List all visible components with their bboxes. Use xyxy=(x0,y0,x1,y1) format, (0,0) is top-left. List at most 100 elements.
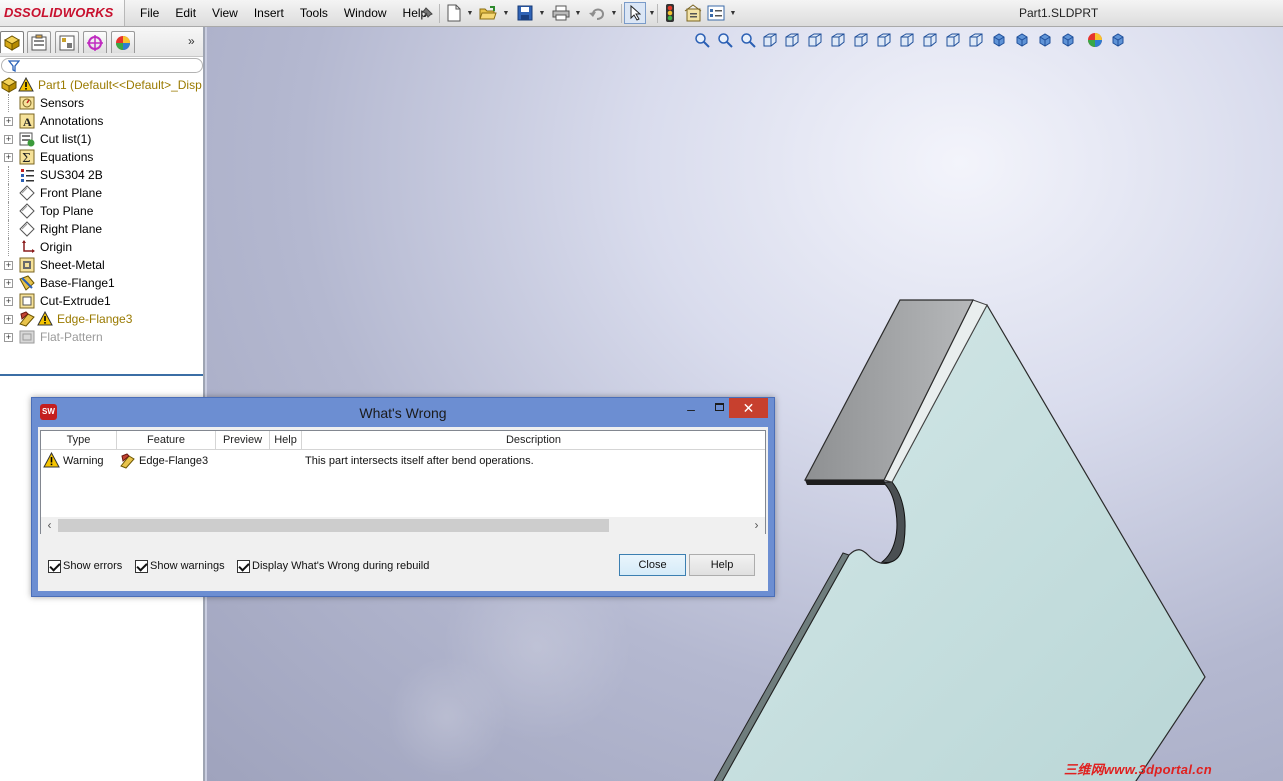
column-preview[interactable]: Preview xyxy=(216,431,270,450)
chevron-down-icon[interactable]: ▼ xyxy=(502,10,510,18)
horizontal-scrollbar[interactable]: ‹ › xyxy=(41,517,765,534)
menu-insert[interactable]: Insert xyxy=(246,0,292,26)
row-description: This part intersects itself after bend o… xyxy=(305,455,534,467)
manager-tabs: » xyxy=(0,27,203,57)
expand-plus-icon[interactable]: + xyxy=(4,315,13,324)
expand-plus-icon[interactable]: + xyxy=(4,261,13,270)
expand-plus-icon[interactable]: + xyxy=(4,333,13,342)
tree-item-origin[interactable]: Origin xyxy=(0,238,203,256)
tree-item-annotations[interactable]: + A Annotations xyxy=(0,112,203,130)
tree-item-label: Cut list(1) xyxy=(40,132,92,146)
tree-item-sus304-2b[interactable]: SUS304 2B xyxy=(0,166,203,184)
open-folder-icon[interactable] xyxy=(477,2,499,24)
chevron-down-icon[interactable]: ▼ xyxy=(610,10,618,18)
tree-item-label: Cut-Extrude1 xyxy=(40,294,111,308)
dimxpert-icon xyxy=(87,34,103,51)
undo-icon[interactable] xyxy=(586,2,608,24)
tree-item-sheet-metal[interactable]: + Sheet-Metal xyxy=(0,256,203,274)
background-glow xyxy=(387,657,507,777)
tree-item-cut-extrude1[interactable]: + Cut-Extrude1 xyxy=(0,292,203,310)
tree-item-label: Sensors xyxy=(40,96,85,110)
menu-view[interactable]: View xyxy=(204,0,246,26)
tab-configuration-manager[interactable] xyxy=(55,31,79,53)
sensor-icon xyxy=(19,95,35,111)
chevron-down-icon[interactable]: ▼ xyxy=(648,10,656,18)
rebuild-traffic-light-icon[interactable] xyxy=(659,2,681,24)
print-icon[interactable] xyxy=(550,2,572,24)
tree-item-right-plane[interactable]: Right Plane xyxy=(0,220,203,238)
column-feature[interactable]: Feature xyxy=(117,431,216,450)
checkbox-checked-icon xyxy=(237,559,250,573)
toolbar-separator xyxy=(657,4,658,23)
tab-dimxpert-manager[interactable] xyxy=(83,31,107,53)
expand-plus-icon[interactable]: + xyxy=(4,153,13,162)
issues-list[interactable]: Type Feature Preview Help Description Wa… xyxy=(40,430,766,534)
scrollbar-thumb[interactable] xyxy=(58,519,609,532)
dialog-title-bar[interactable]: SW What's Wrong – ✕ xyxy=(32,398,774,426)
menu-edit[interactable]: Edit xyxy=(167,0,204,26)
help-button[interactable]: Help xyxy=(689,554,755,576)
expand-plus-icon[interactable]: + xyxy=(4,279,13,288)
feature-manager-icon xyxy=(3,34,21,51)
select-arrow-icon[interactable] xyxy=(624,2,646,24)
tab-display-manager[interactable] xyxy=(111,31,135,53)
menu-file[interactable]: File xyxy=(132,0,167,26)
dialog-body: Type Feature Preview Help Description Wa… xyxy=(38,427,768,591)
menu-bar: File Edit View Insert Tools Window Help xyxy=(132,0,435,26)
expand-plus-icon[interactable]: + xyxy=(4,297,13,306)
plane-icon xyxy=(19,185,35,201)
pin-icon[interactable] xyxy=(418,4,436,22)
tree-item-label: Right Plane xyxy=(40,222,103,236)
file-properties-icon[interactable] xyxy=(682,2,704,24)
tree-root-part[interactable]: Part1 (Default<<Default>_Disp xyxy=(0,76,203,94)
display-during-rebuild-checkbox[interactable]: Display What's Wrong during rebuild xyxy=(237,558,429,574)
tree-connector xyxy=(8,220,18,238)
double-chevron-right-icon[interactable]: » xyxy=(188,34,195,48)
menu-window[interactable]: Window xyxy=(336,0,395,26)
column-description[interactable]: Description xyxy=(302,431,765,450)
options-icon[interactable] xyxy=(705,2,727,24)
column-help[interactable]: Help xyxy=(270,431,302,450)
expand-plus-icon[interactable]: + xyxy=(4,135,13,144)
material-icon xyxy=(19,167,35,183)
tree-item-base-flange1[interactable]: + Base-Flange1 xyxy=(0,274,203,292)
tree-connector xyxy=(8,184,18,202)
show-errors-checkbox[interactable]: Show errors xyxy=(48,558,122,574)
save-icon[interactable] xyxy=(514,2,536,24)
scroll-left-icon[interactable]: ‹ xyxy=(42,518,57,533)
tree-item-edge-flange3[interactable]: + Edge-Flange3 xyxy=(0,310,203,328)
chevron-down-icon[interactable]: ▼ xyxy=(466,10,474,18)
cut-list-icon xyxy=(19,131,35,147)
tree-item-sensors[interactable]: Sensors xyxy=(0,94,203,112)
expand-plus-icon[interactable]: + xyxy=(4,117,13,126)
plane-icon xyxy=(19,203,35,219)
warning-icon xyxy=(18,76,34,93)
tree-item-front-plane[interactable]: Front Plane xyxy=(0,184,203,202)
tree-item-label: Edge-Flange3 xyxy=(57,312,133,326)
scroll-right-icon[interactable]: › xyxy=(749,518,764,533)
warning-icon xyxy=(43,451,61,468)
tree-filter-input[interactable] xyxy=(1,58,203,73)
new-document-icon[interactable] xyxy=(443,2,465,24)
tab-feature-manager[interactable] xyxy=(0,31,24,53)
tree-item-cut-list-1[interactable]: + Cut list(1) xyxy=(0,130,203,148)
document-title: Part1.SLDPRT xyxy=(1019,6,1099,20)
close-button[interactable]: Close xyxy=(619,554,686,576)
column-type[interactable]: Type xyxy=(41,431,117,450)
solidworks-logo[interactable]: DS SOLIDWORKS xyxy=(0,0,125,26)
tree-item-flat-pattern[interactable]: + Flat-Pattern xyxy=(0,328,203,346)
show-warnings-label: Show warnings xyxy=(150,560,225,572)
tab-property-manager[interactable] xyxy=(27,31,51,53)
chevron-down-icon[interactable]: ▼ xyxy=(574,10,582,18)
rollback-bar[interactable] xyxy=(0,374,203,376)
minimize-button[interactable]: – xyxy=(677,398,705,418)
chevron-down-icon[interactable]: ▼ xyxy=(538,10,546,18)
show-errors-label: Show errors xyxy=(63,560,123,572)
chevron-down-icon[interactable]: ▼ xyxy=(729,10,737,18)
close-window-button[interactable]: ✕ xyxy=(729,398,768,418)
menu-tools[interactable]: Tools xyxy=(292,0,336,26)
tree-item-top-plane[interactable]: Top Plane xyxy=(0,202,203,220)
show-warnings-checkbox[interactable]: Show warnings xyxy=(135,558,225,574)
tree-item-equations[interactable]: + Σ Equations xyxy=(0,148,203,166)
display-manager-icon xyxy=(116,35,130,50)
